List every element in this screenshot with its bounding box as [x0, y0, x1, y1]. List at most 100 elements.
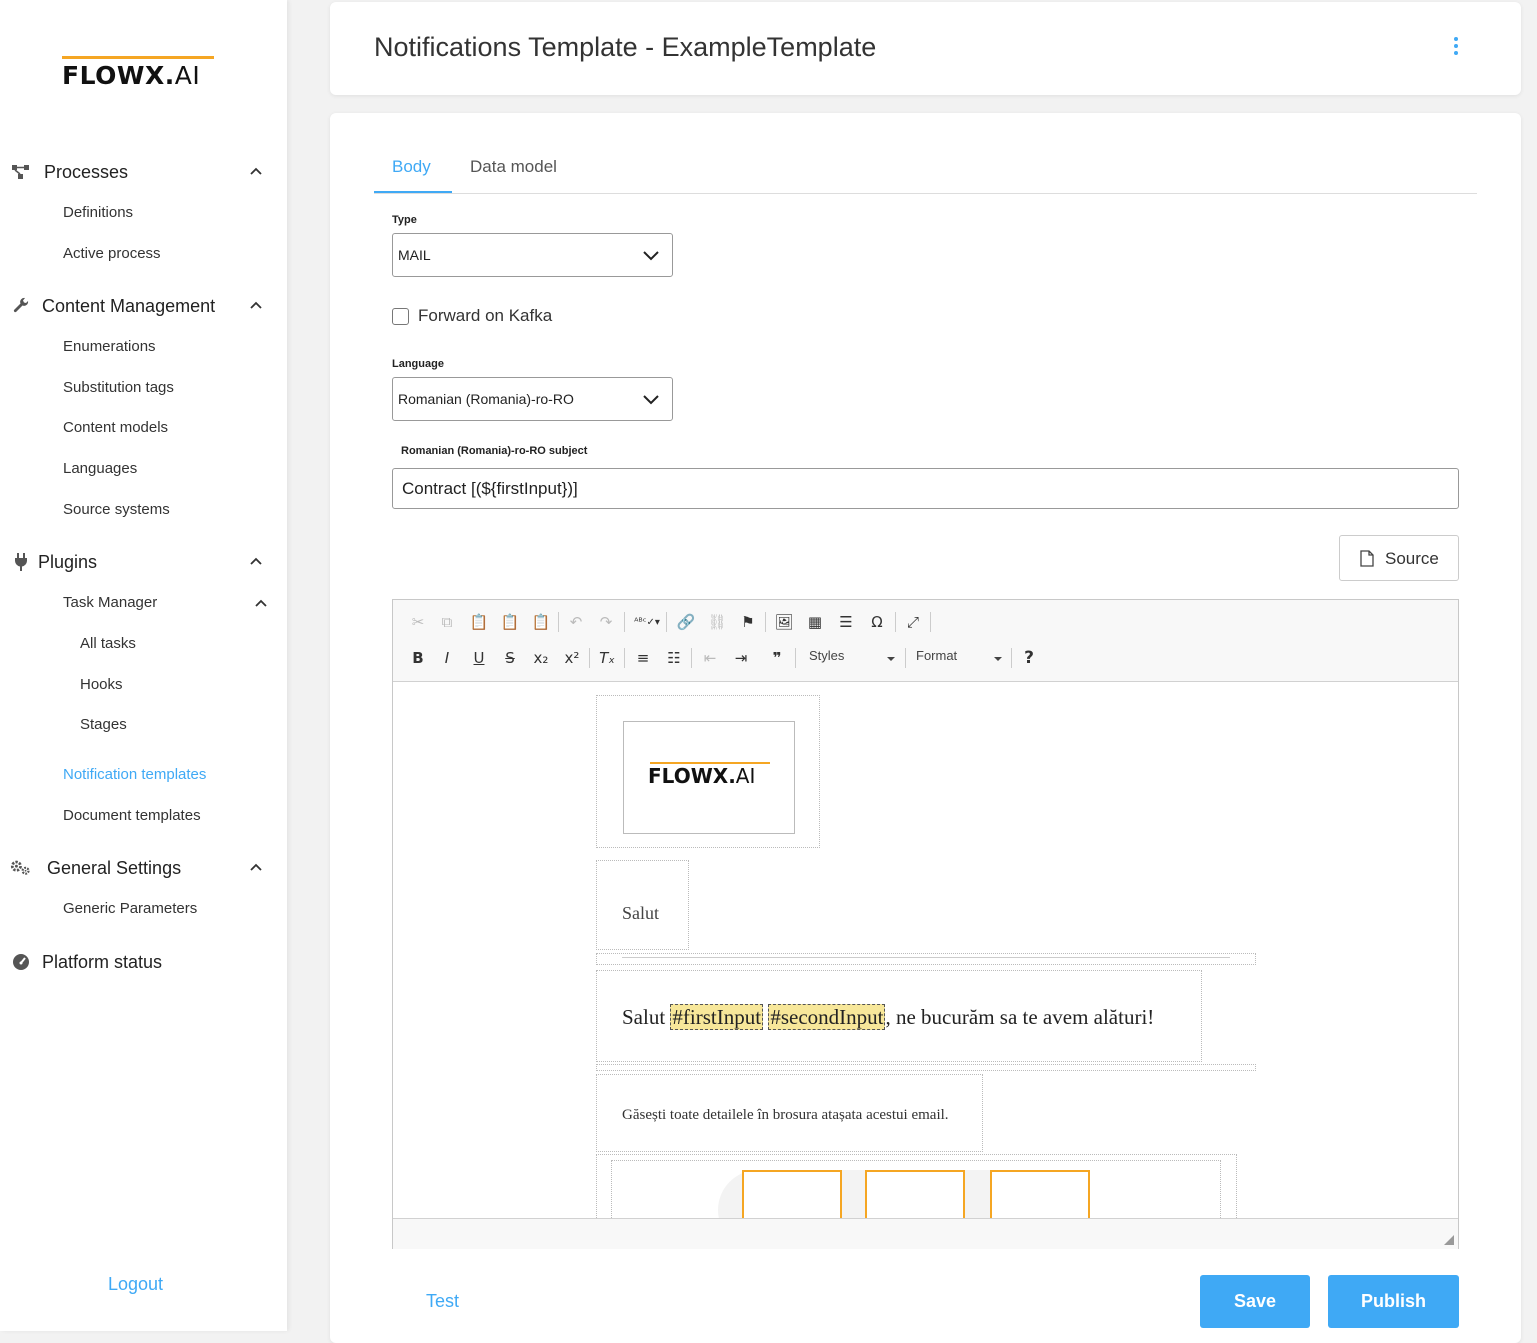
sidebar-item-source-systems[interactable]: Source systems — [63, 501, 170, 518]
publish-button[interactable]: Publish — [1328, 1275, 1459, 1328]
tab-data-model[interactable]: Data model — [470, 157, 557, 177]
chevron-up-icon[interactable] — [248, 554, 264, 570]
editor-content-area[interactable]: FLOWX.AI Salut Salut #firstInput #second… — [393, 682, 1458, 1218]
email-details-text: Găsești toate detailele în brosura atașa… — [622, 1107, 949, 1123]
language-select-value: Romanian (Romania)-ro-RO — [398, 391, 574, 407]
subject-input[interactable]: Contract [(${firstInput})] — [392, 468, 1459, 509]
language-select[interactable]: Romanian (Romania)-ro-RO — [392, 377, 673, 421]
chevron-down-icon — [643, 395, 659, 405]
forward-kafka-checkbox[interactable] — [392, 308, 409, 325]
bold-icon[interactable]: B — [405, 645, 431, 671]
page-title: Notifications Template - ExampleTemplate — [374, 32, 877, 62]
sidebar-item-document-templates[interactable]: Document templates — [63, 807, 201, 824]
horizontal-line-icon[interactable]: ☰ — [833, 609, 859, 635]
copy-icon[interactable]: ⧉ — [434, 609, 460, 635]
chevron-up-icon[interactable] — [248, 298, 264, 314]
superscript-icon[interactable]: x² — [559, 645, 585, 671]
anchor-flag-icon[interactable]: ⚑ — [735, 609, 761, 635]
numbered-list-icon[interactable]: ≡ — [630, 645, 656, 671]
link-icon[interactable]: 🔗 — [673, 609, 699, 635]
special-char-icon[interactable]: Ω — [864, 609, 890, 635]
resize-handle-icon[interactable] — [1444, 1235, 1454, 1245]
sidebar-item-hooks[interactable]: Hooks — [80, 676, 123, 693]
underline-icon[interactable]: U — [466, 645, 492, 671]
source-button[interactable]: Source — [1339, 535, 1459, 581]
language-label: Language — [392, 358, 444, 370]
email-main-line: Salut #firstInput #secondInput, ne bucur… — [622, 1004, 1155, 1030]
nav-section-general-settings[interactable]: General Settings — [0, 853, 287, 883]
sidebar-item-active-process[interactable]: Active process — [63, 245, 161, 262]
nav-section-platform-status[interactable]: Platform status — [0, 947, 287, 977]
gauge-icon — [10, 951, 32, 973]
chevron-up-icon[interactable] — [253, 596, 269, 612]
sidebar-item-definitions[interactable]: Definitions — [63, 204, 133, 221]
nav-section-label: General Settings — [47, 857, 182, 878]
chevron-up-icon[interactable] — [248, 164, 264, 180]
gears-icon — [10, 857, 32, 879]
subscript-icon[interactable]: x₂ — [528, 645, 554, 671]
spellcheck-icon[interactable]: ᴬᴮᶜ✓▾ — [631, 609, 663, 635]
maximize-icon[interactable]: ⤢ — [900, 609, 926, 635]
flowx-logo[interactable]: FLOWX.AI — [62, 52, 217, 92]
nav-section-processes[interactable]: Processes — [0, 157, 287, 187]
type-select[interactable]: MAIL — [392, 233, 673, 277]
test-button[interactable]: Test — [426, 1291, 459, 1312]
italic-icon[interactable]: I — [434, 645, 460, 671]
placeholder-tag-first-input[interactable]: #firstInput — [670, 1004, 764, 1030]
more-options-icon[interactable] — [1448, 37, 1464, 61]
header-card: Notifications Template - ExampleTemplate — [330, 2, 1521, 95]
table-icon[interactable]: ▦ — [802, 609, 828, 635]
paste-word-icon[interactable]: 📋 — [528, 609, 554, 635]
format-dropdown[interactable]: Format — [916, 648, 1002, 672]
cut-icon[interactable]: ✂ — [405, 609, 431, 635]
nav-section-label: Plugins — [38, 551, 98, 572]
strikethrough-icon[interactable]: S — [497, 645, 523, 671]
sidebar-item-substitution-tags[interactable]: Substitution tags — [63, 379, 174, 396]
chevron-up-icon[interactable] — [248, 860, 264, 876]
email-greeting: Salut — [622, 903, 660, 923]
processes-icon — [10, 161, 32, 183]
sidebar-item-task-manager[interactable]: Task Manager — [63, 594, 157, 611]
sidebar-item-all-tasks[interactable]: All tasks — [80, 635, 136, 652]
email-logo-frame: FLOWX.AI — [623, 721, 795, 834]
sidebar: FLOWX.AI Processes Definitions Active pr… — [0, 0, 287, 1331]
undo-icon[interactable]: ↶ — [563, 609, 589, 635]
store-button-android[interactable] — [990, 1170, 1090, 1218]
nav-section-content-management[interactable]: Content Management — [0, 291, 287, 321]
save-button[interactable]: Save — [1200, 1275, 1310, 1328]
nav-section-plugins[interactable]: Plugins — [0, 547, 287, 577]
sidebar-item-enumerations[interactable]: Enumerations — [63, 338, 156, 355]
styles-dropdown-label: Styles — [809, 648, 845, 663]
placeholder-tag-second-input[interactable]: #secondInput — [768, 1004, 886, 1030]
sidebar-item-languages[interactable]: Languages — [63, 460, 137, 477]
remove-format-icon[interactable]: Tₓ — [594, 645, 620, 671]
plug-icon — [10, 551, 32, 573]
sidebar-item-content-models[interactable]: Content models — [63, 419, 168, 436]
nav-section-label: Platform status — [42, 951, 163, 972]
styles-dropdown[interactable]: Styles — [809, 648, 895, 672]
sidebar-item-generic-parameters[interactable]: Generic Parameters — [63, 900, 197, 917]
wrench-icon — [10, 295, 32, 317]
help-icon[interactable]: ? — [1016, 645, 1042, 671]
unlink-icon[interactable]: ⛓ — [704, 609, 730, 635]
paste-text-icon[interactable]: 📋 — [497, 609, 523, 635]
subject-label: Romanian (Romania)-ro-RO subject — [401, 445, 588, 457]
document-icon — [1360, 550, 1374, 567]
tab-body[interactable]: Body — [392, 157, 431, 177]
blockquote-icon[interactable]: ❞ — [764, 645, 790, 671]
tab-bar: Body Data model — [374, 149, 1477, 194]
store-button-web[interactable] — [742, 1170, 842, 1218]
redo-icon[interactable]: ↷ — [593, 609, 619, 635]
paste-icon[interactable]: 📋 — [466, 609, 492, 635]
image-icon[interactable]: 🖼 — [771, 609, 797, 635]
editor-toolbar: ✂ ⧉ 📋 📋 📋 ↶ ↷ ᴬᴮᶜ✓▾ 🔗 ⛓ ⚑ 🖼 ▦ ☰ Ω ⤢ B I — [393, 600, 1458, 682]
rich-text-editor: ✂ ⧉ 📋 📋 📋 ↶ ↷ ᴬᴮᶜ✓▾ 🔗 ⛓ ⚑ 🖼 ▦ ☰ Ω ⤢ B I — [392, 599, 1459, 1249]
outdent-icon[interactable]: ⇤ — [697, 645, 723, 671]
sidebar-item-stages[interactable]: Stages — [80, 716, 127, 733]
logout-link[interactable]: Logout — [108, 1274, 163, 1295]
sidebar-item-notification-templates[interactable]: Notification templates — [63, 766, 206, 783]
indent-icon[interactable]: ⇥ — [728, 645, 754, 671]
chevron-down-icon — [643, 251, 659, 261]
store-button-ios[interactable] — [865, 1170, 965, 1218]
bulleted-list-icon[interactable]: ☷ — [661, 645, 687, 671]
